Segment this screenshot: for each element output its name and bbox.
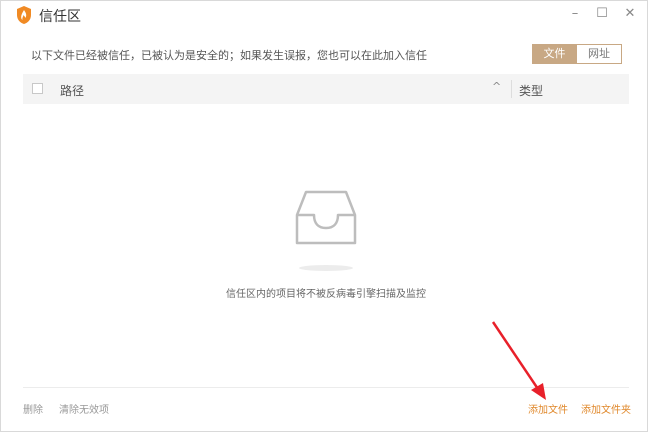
sort-ascending-icon[interactable]: ^ xyxy=(492,80,501,93)
column-header-path[interactable]: 路径 xyxy=(60,82,84,99)
select-all-checkbox[interactable] xyxy=(32,83,43,94)
clear-invalid-button[interactable]: 清除无效项 xyxy=(59,401,109,416)
empty-state-message: 信任区内的项目将不被反病毒引擎扫描及监控 xyxy=(226,289,426,300)
tab-url[interactable]: 网址 xyxy=(577,44,622,64)
column-header-type[interactable]: 类型 xyxy=(519,82,543,99)
category-tabs: 文件 网址 xyxy=(532,44,622,64)
empty-tray-icon xyxy=(295,190,357,245)
delete-button[interactable]: 删除 xyxy=(23,401,43,416)
trust-info-text: 以下文件已经被信任，已被认为是安全的；如果发生误报，您也可以在此加入信任 xyxy=(31,49,427,62)
add-file-button[interactable]: 添加文件 xyxy=(528,401,568,416)
shield-logo-icon xyxy=(17,6,31,24)
footer-divider xyxy=(23,387,629,388)
maximize-button[interactable]: ☐ xyxy=(592,5,612,23)
trust-zone-window: 信任区 – ☐ ✕ 以下文件已经被信任，已被认为是安全的；如果发生误报，您也可以… xyxy=(0,0,648,432)
tab-file[interactable]: 文件 xyxy=(532,44,577,64)
title-bar: 信任区 – ☐ ✕ xyxy=(1,1,647,29)
close-button[interactable]: ✕ xyxy=(620,5,640,23)
table-header: 路径 ^ 类型 xyxy=(23,74,629,104)
empty-icon-shadow xyxy=(299,265,353,271)
column-divider[interactable] xyxy=(511,80,512,98)
add-folder-button[interactable]: 添加文件夹 xyxy=(581,401,631,416)
minimize-button[interactable]: – xyxy=(565,5,585,23)
window-title: 信任区 xyxy=(39,9,81,25)
